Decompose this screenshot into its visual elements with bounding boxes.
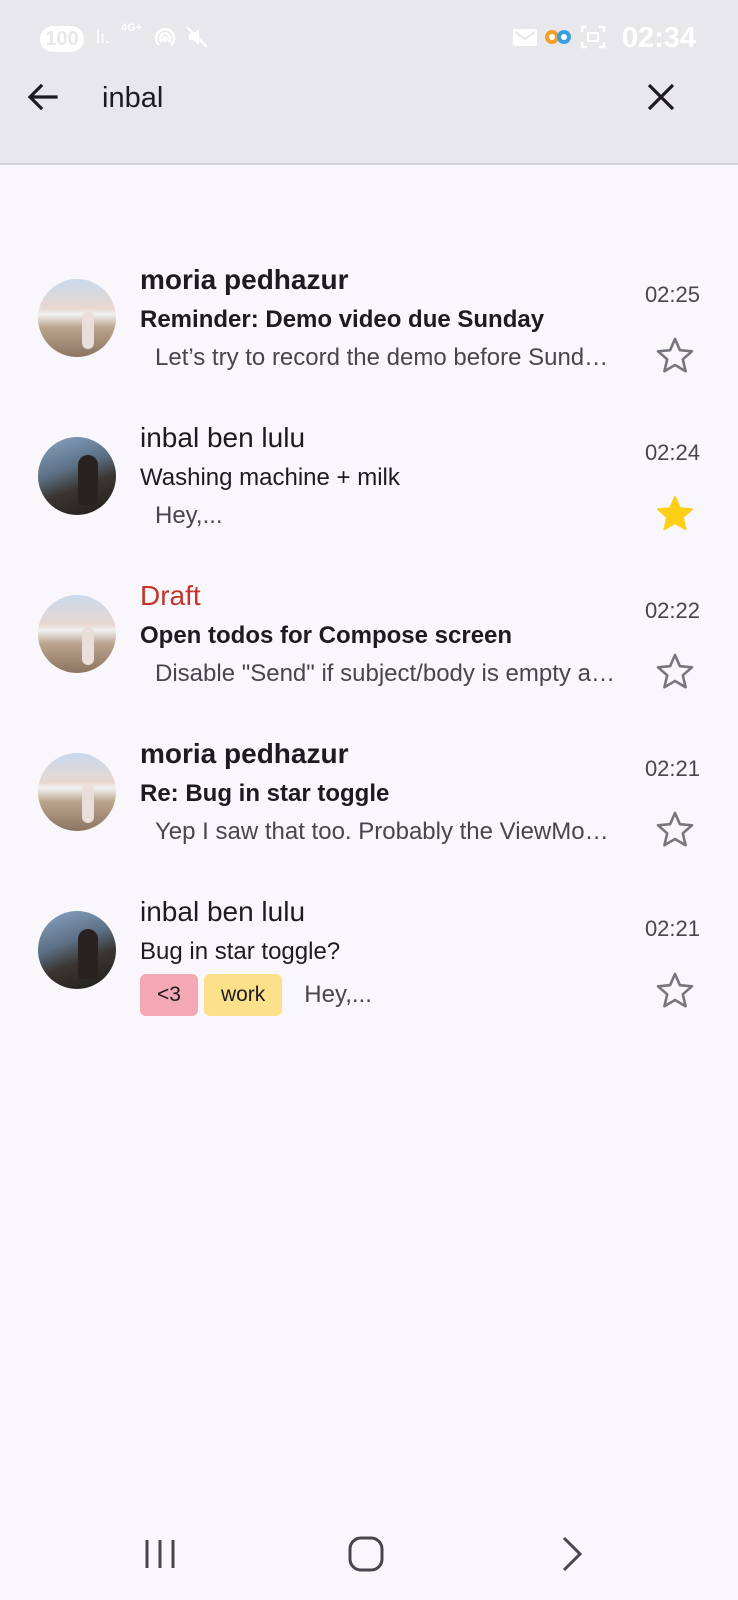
email-time: 02:25 bbox=[644, 282, 700, 307]
app-notification-icon bbox=[545, 30, 571, 44]
email-subject: Reminder: Demo video due Sunday bbox=[140, 306, 545, 333]
search-input[interactable] bbox=[102, 76, 602, 120]
star-filled-icon[interactable] bbox=[655, 494, 695, 534]
email-time: 02:21 bbox=[644, 916, 700, 941]
email-time: 02:21 bbox=[644, 756, 700, 781]
star-outline-icon[interactable] bbox=[655, 971, 695, 1011]
signal-icon: lı. bbox=[96, 27, 111, 47]
battery-indicator: 100 bbox=[40, 26, 84, 52]
email-sender: moria pedhazur bbox=[140, 738, 349, 769]
status-bar: 100 lı. 4G+ 02:34 bbox=[0, 0, 738, 78]
system-nav-bar bbox=[0, 1508, 738, 1600]
email-preview: Yep I saw that too. Probably the ViewMod… bbox=[155, 818, 620, 845]
avatar bbox=[38, 911, 116, 989]
email-time: 02:24 bbox=[644, 440, 700, 465]
email-sender: inbal ben lulu bbox=[140, 422, 306, 453]
avatar bbox=[38, 753, 116, 831]
email-item[interactable]: moria pedhazur Reminder: Demo video due … bbox=[0, 244, 738, 402]
avatar bbox=[38, 595, 116, 673]
star-outline-icon[interactable] bbox=[655, 810, 695, 850]
star-outline-icon[interactable] bbox=[655, 336, 695, 376]
home-icon[interactable] bbox=[344, 1532, 388, 1576]
email-time: 02:22 bbox=[644, 598, 700, 623]
recents-icon[interactable] bbox=[138, 1532, 182, 1576]
close-icon[interactable] bbox=[640, 76, 682, 118]
avatar bbox=[38, 437, 116, 515]
email-sender: inbal ben lulu bbox=[140, 896, 306, 927]
email-preview: Hey,... bbox=[155, 502, 223, 529]
avatar bbox=[38, 279, 116, 357]
email-item[interactable]: moria pedhazur Re: Bug in star toggle Ye… bbox=[0, 718, 738, 876]
email-preview: Let’s try to record the demo before Sund… bbox=[155, 344, 620, 371]
email-item[interactable]: Draft Open todos for Compose screen Disa… bbox=[0, 560, 738, 718]
mail-notification-icon bbox=[513, 29, 537, 46]
draft-label: Draft bbox=[140, 580, 201, 611]
email-sender: moria pedhazur bbox=[140, 264, 349, 295]
email-subject: Washing machine + milk bbox=[140, 464, 400, 491]
email-labels: <3 work Hey,... bbox=[140, 974, 372, 1016]
email-subject: Re: Bug in star toggle bbox=[140, 780, 390, 807]
email-item[interactable]: inbal ben lulu Bug in star toggle? <3 wo… bbox=[0, 876, 738, 1034]
clock: 02:34 bbox=[621, 22, 696, 54]
hotspot-icon bbox=[154, 28, 176, 46]
email-item[interactable]: inbal ben lulu Washing machine + milk He… bbox=[0, 402, 738, 560]
network-type: 4G+ bbox=[121, 22, 143, 34]
mute-icon bbox=[186, 26, 208, 48]
back-chevron-icon[interactable] bbox=[552, 1532, 596, 1576]
email-subject: Open todos for Compose screen bbox=[140, 622, 513, 649]
top-bar: 100 lı. 4G+ 02:34 bbox=[0, 0, 738, 165]
back-arrow-icon[interactable] bbox=[22, 76, 64, 118]
star-outline-icon[interactable] bbox=[655, 652, 695, 692]
email-preview: Hey,... bbox=[304, 981, 372, 1008]
label-chip[interactable]: work bbox=[203, 974, 283, 1016]
email-subject: Bug in star toggle? bbox=[140, 938, 341, 965]
screenshot-icon bbox=[580, 25, 606, 49]
email-preview: Disable "Send" if subject/body is empty … bbox=[155, 660, 620, 687]
label-chip[interactable]: <3 bbox=[140, 974, 198, 1016]
